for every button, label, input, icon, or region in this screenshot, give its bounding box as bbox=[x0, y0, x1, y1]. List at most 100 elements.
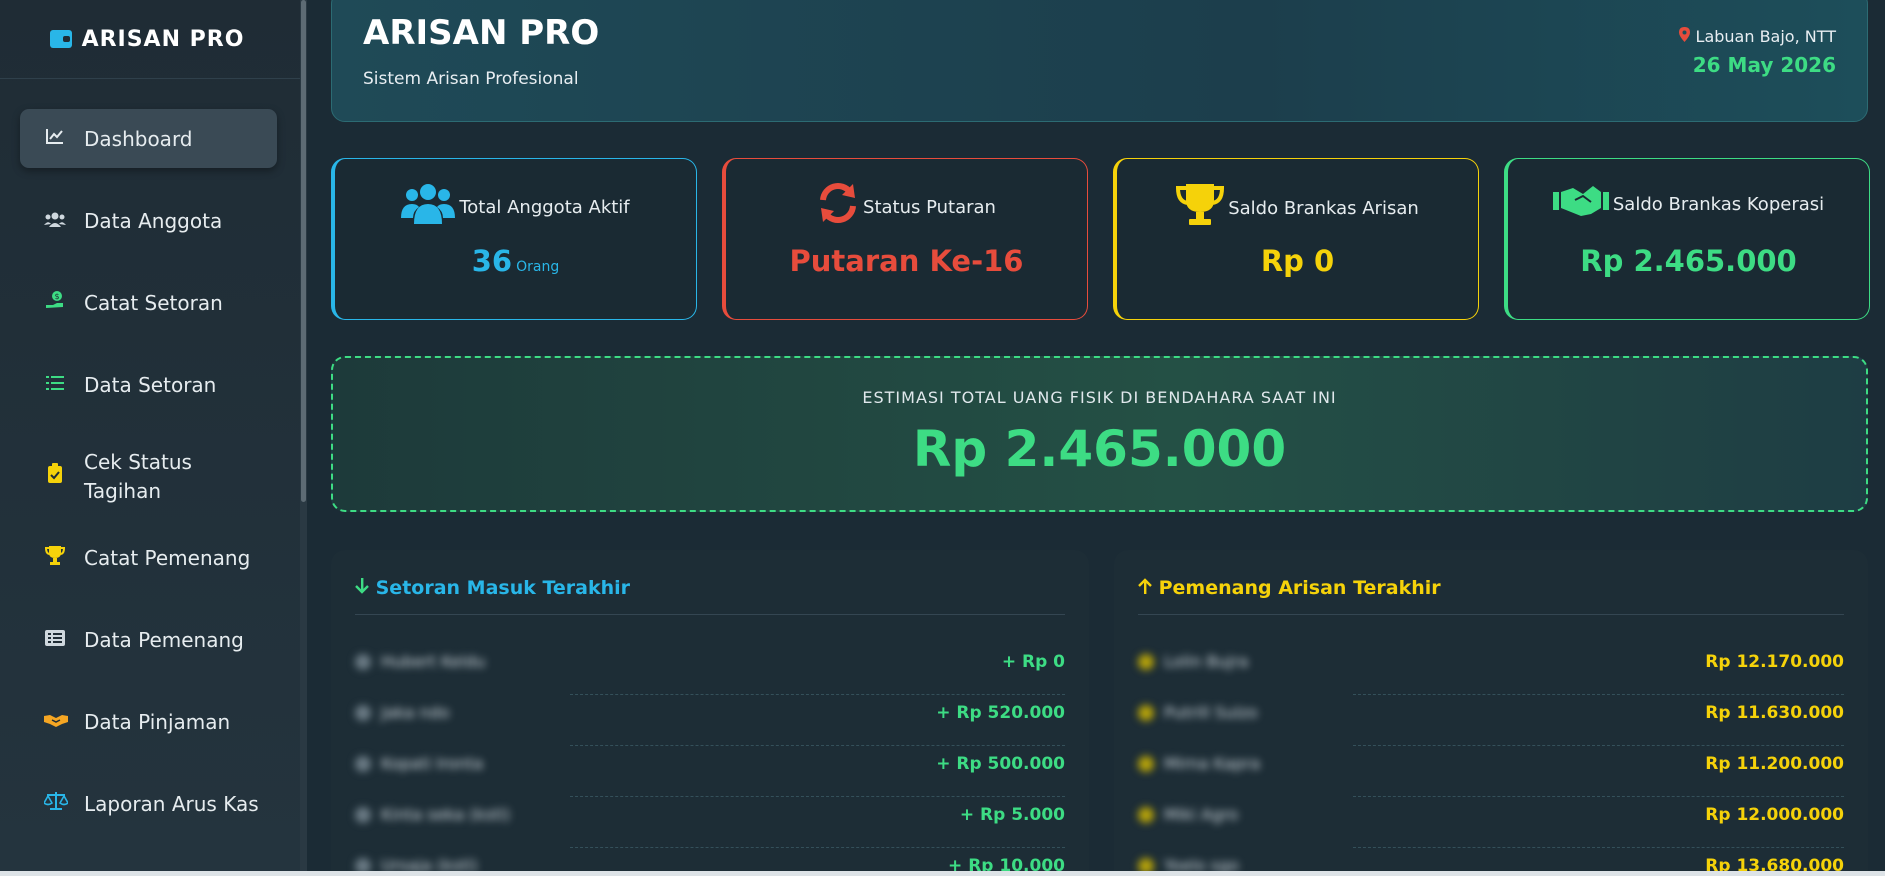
avatar bbox=[1138, 653, 1154, 670]
page-header: ARISAN PRO Sistem Arisan Profesional Lab… bbox=[331, 0, 1868, 122]
card-total-anggota[interactable]: Total Anggota Aktif 36 Orang bbox=[331, 158, 697, 320]
arrow-up-icon bbox=[1138, 577, 1159, 599]
winner-name: Mirna Kapra bbox=[1138, 754, 1260, 773]
avatar bbox=[1138, 755, 1154, 772]
arrow-down-icon bbox=[355, 577, 376, 599]
card-label: Saldo Brankas Koperasi bbox=[1612, 194, 1825, 215]
list-item: Miki Agro Rp 12.000.000 bbox=[1138, 797, 1844, 848]
sidebar-item-data-setoran[interactable]: Data Setoran bbox=[20, 355, 277, 414]
avatar bbox=[1138, 704, 1154, 721]
winner-amount: Rp 12.170.000 bbox=[1705, 652, 1844, 672]
list-item: Kopati Ironta + Rp 500.000 bbox=[355, 746, 1065, 797]
panel-title-text: Pemenang Arisan Terakhir bbox=[1158, 577, 1441, 599]
list-item: Kinta seka (kstl) + Rp 5.000 bbox=[355, 797, 1065, 848]
sync-icon bbox=[817, 182, 859, 233]
list-item: Jaka ndo + Rp 520.000 bbox=[355, 695, 1065, 746]
card-saldo-koperasi[interactable]: Saldo Brankas Koperasi Rp 2.465.000 bbox=[1504, 158, 1870, 320]
deposit-amount: + Rp 520.000 bbox=[936, 703, 1065, 723]
sidebar-item-label: Data Setoran bbox=[84, 372, 217, 397]
koperasi-balance: Rp 2.465.000 bbox=[1580, 244, 1797, 278]
card-status-putaran[interactable]: Status Putaran Putaran Ke-16 bbox=[722, 158, 1088, 320]
scrollbar-thumb[interactable] bbox=[301, 0, 306, 502]
sidebar-item-catat-setoran[interactable]: $ Catat Setoran bbox=[20, 273, 277, 332]
sidebar-item-label: Catat Pemenang bbox=[84, 545, 251, 570]
trophy-icon bbox=[44, 545, 66, 570]
horizontal-scrollbar[interactable] bbox=[0, 871, 1885, 876]
card-label: Saldo Brankas Arisan bbox=[1228, 198, 1419, 219]
trophy-icon bbox=[1176, 182, 1225, 235]
sidebar-item-catat-pemenang[interactable]: Catat Pemenang bbox=[20, 528, 277, 587]
sidebar: ARISAN PRO Dashboard Data Anggota $ Cata… bbox=[0, 0, 307, 876]
sidebar-item-label: Data Anggota bbox=[84, 208, 223, 233]
sidebar-nav: Dashboard Data Anggota $ Catat Setoran D… bbox=[20, 109, 277, 856]
divider bbox=[1138, 614, 1844, 615]
panel-title-text: Setoran Masuk Terakhir bbox=[375, 577, 631, 599]
panel-title: Setoran Masuk Terakhir bbox=[355, 577, 630, 599]
avatar bbox=[355, 704, 371, 721]
sidebar-scrollbar[interactable] bbox=[300, 0, 307, 876]
arisan-balance: Rp 0 bbox=[1260, 244, 1335, 278]
sidebar-item-data-anggota[interactable]: Data Anggota bbox=[20, 191, 277, 250]
member-name: Kopati Ironta bbox=[355, 754, 483, 773]
page-subtitle: Sistem Arisan Profesional bbox=[363, 69, 579, 89]
svg-text:$: $ bbox=[54, 292, 59, 301]
member-unit: Orang bbox=[516, 259, 560, 275]
clipboard-check-icon bbox=[44, 462, 66, 492]
handshake-icon bbox=[44, 711, 68, 733]
pemenang-list: Lolin Bujra Rp 12.170.000 Putrill Sulzo … bbox=[1138, 644, 1844, 876]
winner-name: Miki Agro bbox=[1138, 805, 1238, 824]
chart-line-icon bbox=[44, 127, 66, 150]
list-item: Lolin Bujra Rp 12.170.000 bbox=[1138, 644, 1844, 695]
users-icon bbox=[401, 182, 456, 233]
stat-cards: Total Anggota Aktif 36 Orang Status Putar… bbox=[331, 158, 1870, 320]
hand-coin-icon: $ bbox=[44, 290, 66, 315]
winner-amount: Rp 11.630.000 bbox=[1705, 703, 1844, 723]
card-saldo-arisan[interactable]: Saldo Brankas Arisan Rp 0 bbox=[1113, 158, 1479, 320]
estimate-label: ESTIMASI TOTAL UANG FISIK DI BENDAHARA S… bbox=[862, 388, 1337, 407]
winner-name: Lolin Bujra bbox=[1138, 652, 1248, 671]
panel-title: Pemenang Arisan Terakhir bbox=[1138, 577, 1441, 599]
sidebar-item-data-pinjaman[interactable]: Data Pinjaman bbox=[20, 692, 277, 751]
sidebar-item-label: Dashboard bbox=[84, 126, 193, 151]
scale-icon bbox=[42, 791, 70, 816]
sidebar-item-data-pemenang[interactable]: Data Pemenang bbox=[20, 610, 277, 669]
round-status: Putaran Ke-16 bbox=[789, 244, 1024, 278]
location-label: Labuan Bajo, NTT bbox=[1679, 27, 1836, 46]
sidebar-item-label: Catat Setoran bbox=[84, 290, 223, 315]
location-text: Labuan Bajo, NTT bbox=[1695, 27, 1836, 46]
sidebar-item-label: Data Pinjaman bbox=[84, 709, 231, 734]
users-icon bbox=[44, 210, 66, 232]
estimate-value: Rp 2.465.000 bbox=[912, 420, 1287, 478]
avatar bbox=[355, 806, 371, 823]
sidebar-item-label: Cek Status Tagihan bbox=[84, 450, 192, 503]
sidebar-item-laporan-arus-kas[interactable]: Laporan Arus Kas bbox=[20, 774, 277, 833]
panel-pemenang: Pemenang Arisan Terakhir Lolin Bujra Rp … bbox=[1114, 550, 1868, 876]
handshake-icon bbox=[1552, 182, 1609, 227]
winner-name: Putrill Sulzo bbox=[1138, 703, 1258, 722]
list-alt-icon bbox=[44, 629, 66, 651]
card-value: 36 Orang bbox=[335, 244, 696, 278]
deposit-amount: + Rp 500.000 bbox=[936, 754, 1065, 774]
wallet-icon bbox=[49, 30, 72, 48]
member-name: Jaka ndo bbox=[355, 703, 449, 722]
brand-title: ARISAN PRO bbox=[81, 26, 245, 52]
sidebar-item-cek-status-tagihan[interactable]: Cek Status Tagihan bbox=[20, 437, 277, 517]
brand[interactable]: ARISAN PRO bbox=[0, 0, 306, 79]
card-label: Total Anggota Aktif bbox=[459, 197, 630, 218]
list-item: Mirna Kapra Rp 11.200.000 bbox=[1138, 746, 1844, 797]
member-name: Kinta seka (kstl) bbox=[355, 805, 510, 824]
sidebar-item-dashboard[interactable]: Dashboard bbox=[20, 109, 277, 168]
avatar bbox=[355, 755, 371, 772]
winner-amount: Rp 11.200.000 bbox=[1705, 754, 1844, 774]
avatar bbox=[355, 653, 371, 670]
setoran-list: Hubert Keldu + Rp 0 Jaka ndo + Rp 520.00… bbox=[355, 644, 1065, 876]
winner-amount: Rp 12.000.000 bbox=[1705, 805, 1844, 825]
list-item: Putrill Sulzo Rp 11.630.000 bbox=[1138, 695, 1844, 746]
member-name: Hubert Keldu bbox=[355, 652, 485, 671]
list-item: Hubert Keldu + Rp 0 bbox=[355, 644, 1065, 695]
list-icon bbox=[44, 374, 66, 396]
sidebar-item-label: Laporan Arus Kas bbox=[84, 791, 259, 816]
deposit-amount: + Rp 5.000 bbox=[959, 805, 1065, 825]
member-count: 36 bbox=[471, 244, 513, 278]
avatar bbox=[1138, 806, 1154, 823]
